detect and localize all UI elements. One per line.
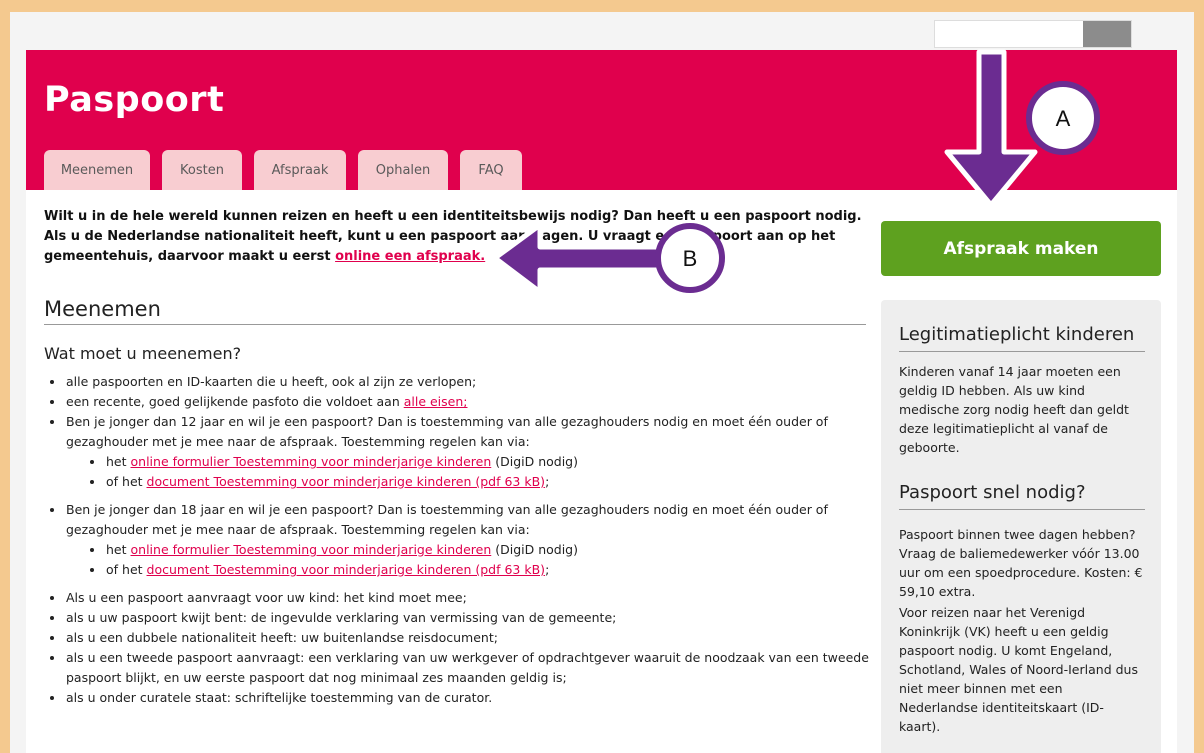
list-item: Ben je jonger dan 18 jaar en wil je een … <box>44 500 874 580</box>
sidebar-text-legitimatieplicht: Kinderen vanaf 14 jaar moeten een geldig… <box>899 364 1129 455</box>
sublist-item-post: (DigiD nodig) <box>491 542 578 557</box>
sublist-item-post: (DigiD nodig) <box>491 454 578 469</box>
list-item: als u een dubbele nationaliteit heeft: u… <box>44 628 874 648</box>
list-item: een recente, goed gelijkende pasfoto die… <box>44 392 874 412</box>
section-heading: Meenemen <box>44 297 866 325</box>
list-item: alle paspoorten en ID-kaarten die u heef… <box>44 372 874 392</box>
online-formulier-link[interactable]: online formulier Toestemming voor minder… <box>131 454 492 469</box>
section-subheading: Wat moet u meenemen? <box>44 344 242 363</box>
tab-afspraak[interactable]: Afspraak <box>254 150 346 190</box>
online-afspraak-link[interactable]: online een afspraak. <box>335 249 485 264</box>
sidebar-text-vk: Voor reizen naar het Verenigd Koninkrijk… <box>899 605 1138 734</box>
search-button[interactable] <box>1083 21 1131 47</box>
list-item: als u een tweede paspoort aanvraagt: een… <box>44 648 874 688</box>
sublist: het online formulier Toestemming voor mi… <box>66 540 874 580</box>
intro-line-3: gemeentehuis, daarvoor maakt u eerst <box>44 249 336 264</box>
list-item-text: Ben je jonger dan 12 jaar en wil je een … <box>66 414 828 449</box>
sidebar-heading-legitimatieplicht: Legitimatieplicht kinderen <box>899 324 1145 352</box>
page-header: Paspoort Meenemen Kosten Afspraak Ophale… <box>26 50 1177 190</box>
online-formulier-link[interactable]: online formulier Toestemming voor minder… <box>131 542 492 557</box>
browser-frame: Paspoort Meenemen Kosten Afspraak Ophale… <box>10 12 1194 753</box>
sublist-item: het online formulier Toestemming voor mi… <box>84 452 874 472</box>
list-item-text: een recente, goed gelijkende pasfoto die… <box>66 394 404 409</box>
tab-faq[interactable]: FAQ <box>460 150 522 190</box>
intro-text: Wilt u in de hele wereld kunnen reizen e… <box>44 207 874 267</box>
list-item-text: Ben je jonger dan 18 jaar en wil je een … <box>66 502 828 537</box>
intro-line-2: Als u de Nederlandse nationaliteit heeft… <box>44 229 836 244</box>
sublist-item: of het document Toestemming voor minderj… <box>84 560 874 580</box>
sublist-item: of het document Toestemming voor minderj… <box>84 472 874 492</box>
sublist-item: het online formulier Toestemming voor mi… <box>84 540 874 560</box>
sidebar-text-snel: Paspoort binnen twee dagen hebben? Vraag… <box>899 527 1143 599</box>
sublist-item-post: ; <box>545 474 550 489</box>
requirements-list: alle paspoorten en ID-kaarten die u heef… <box>44 372 874 708</box>
sublist: het online formulier Toestemming voor mi… <box>66 452 874 492</box>
list-item: als u uw paspoort kwijt bent: de ingevul… <box>44 608 874 628</box>
list-item: als u onder curatele staat: schriftelijk… <box>44 688 874 708</box>
list-item: Als u een paspoort aanvraagt voor uw kin… <box>44 588 874 608</box>
search-input[interactable] <box>934 20 1132 48</box>
document-pdf-link[interactable]: document Toestemming voor minderjarige k… <box>147 474 546 489</box>
page-content: Paspoort Meenemen Kosten Afspraak Ophale… <box>26 50 1177 753</box>
sidebar: Legitimatieplicht kinderen Kinderen vana… <box>881 300 1161 753</box>
alle-eisen-link[interactable]: alle eisen; <box>404 394 468 409</box>
tab-kosten[interactable]: Kosten <box>162 150 242 190</box>
document-pdf-link[interactable]: document Toestemming voor minderjarige k… <box>147 562 546 577</box>
page-title: Paspoort <box>44 80 225 120</box>
tab-meenemen[interactable]: Meenemen <box>44 150 150 190</box>
sublist-item-pre: of het <box>106 562 147 577</box>
intro-line-1: Wilt u in de hele wereld kunnen reizen e… <box>44 209 862 224</box>
sublist-item-pre: het <box>106 542 131 557</box>
list-item: Ben je jonger dan 12 jaar en wil je een … <box>44 412 874 492</box>
sublist-item-post: ; <box>545 562 550 577</box>
afspraak-maken-button[interactable]: Afspraak maken <box>881 221 1161 276</box>
sublist-item-pre: het <box>106 454 131 469</box>
sublist-item-pre: of het <box>106 474 147 489</box>
tab-ophalen[interactable]: Ophalen <box>358 150 448 190</box>
sidebar-heading-snel: Paspoort snel nodig? <box>899 482 1145 510</box>
